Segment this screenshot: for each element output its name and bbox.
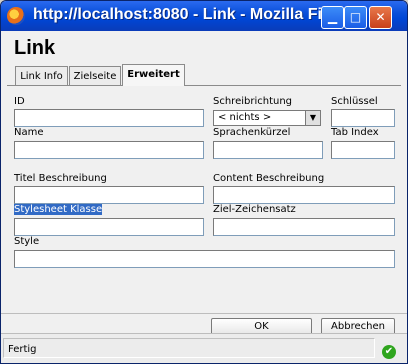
browser-window: http://localhost:8080 - Link - Mozilla F… xyxy=(0,0,408,364)
close-button[interactable]: ✕ xyxy=(369,6,392,29)
language-code-input[interactable] xyxy=(213,141,323,159)
title-description-input[interactable] xyxy=(14,186,204,204)
minimize-button[interactable]: ▁ xyxy=(321,6,344,29)
dialog-content: Link Link Info Zielseite Erweitert ID Sc… xyxy=(1,31,407,336)
status-panel xyxy=(3,338,375,358)
stylesheet-class-input[interactable] xyxy=(14,218,204,236)
name-label: Name xyxy=(14,127,44,138)
tab-zielseite[interactable]: Zielseite xyxy=(69,66,121,85)
title-bar[interactable]: http://localhost:8080 - Link - Mozilla F… xyxy=(1,1,407,31)
tab-link-info[interactable]: Link Info xyxy=(15,66,68,85)
window-title: http://localhost:8080 - Link - Mozilla F… xyxy=(33,6,323,23)
direction-select-value: < nichts > xyxy=(218,112,272,123)
target-charset-label: Ziel-Zeichensatz xyxy=(213,204,296,215)
stylesheet-class-label: Stylesheet Klasse xyxy=(14,204,103,215)
maximize-button[interactable]: □ xyxy=(344,6,367,29)
style-input[interactable] xyxy=(14,250,395,268)
key-label: Schlüssel xyxy=(331,96,378,107)
content-description-input[interactable] xyxy=(213,186,395,204)
status-text: Fertig xyxy=(8,344,37,355)
name-input[interactable] xyxy=(14,141,204,159)
button-divider xyxy=(1,313,407,314)
check-icon: ✔ xyxy=(382,345,396,359)
firefox-icon xyxy=(7,7,25,25)
key-input[interactable] xyxy=(331,109,395,127)
title-description-label: Titel Beschreibung xyxy=(14,173,107,184)
id-input[interactable] xyxy=(14,109,204,127)
id-label: ID xyxy=(14,96,25,107)
content-description-label: Content Beschreibung xyxy=(213,173,325,184)
direction-label: Schreibrichtung xyxy=(213,96,293,107)
tab-index-label: Tab Index xyxy=(331,127,379,138)
chevron-down-icon[interactable]: ▼ xyxy=(305,111,320,125)
tab-index-input[interactable] xyxy=(331,141,395,159)
dialog-heading: Link xyxy=(14,37,56,59)
tab-panel-erweitert: ID Schreibrichtung < nichts > ▼ Schlüsse… xyxy=(7,85,401,314)
direction-select[interactable]: < nichts > ▼ xyxy=(213,110,321,126)
status-bar: Fertig ✔ xyxy=(1,333,407,363)
language-code-label: Sprachenkürzel xyxy=(213,127,291,138)
tab-erweitert[interactable]: Erweitert xyxy=(122,64,185,86)
target-charset-input[interactable] xyxy=(213,218,395,236)
style-label: Style xyxy=(14,236,40,247)
